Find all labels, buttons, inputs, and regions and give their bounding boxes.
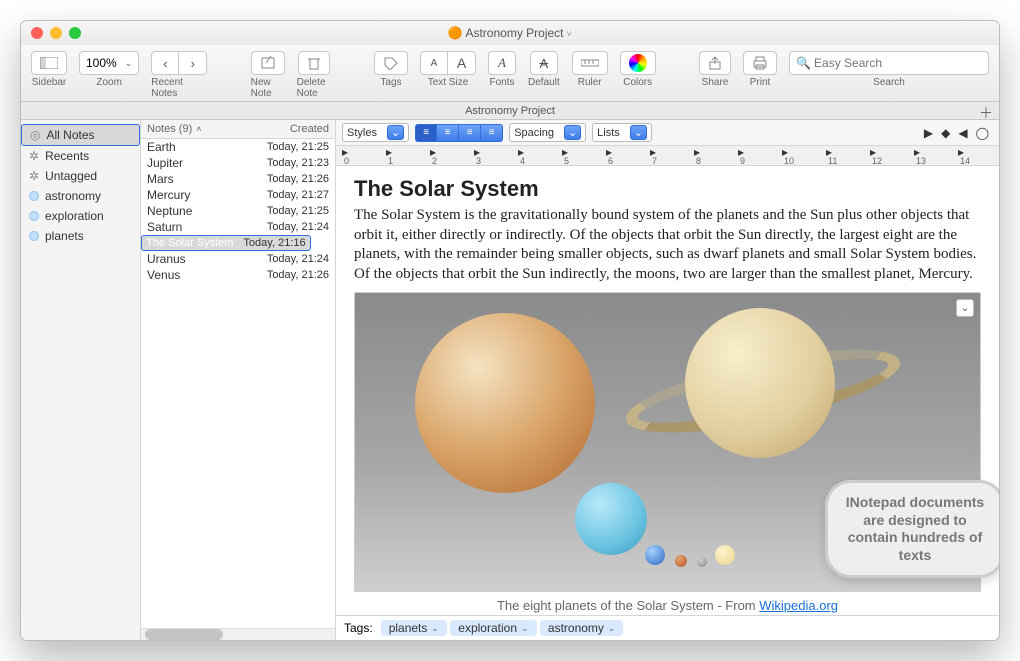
notes-list: Notes (9)˄ Created EarthToday, 21:25Jupi… [141,120,336,640]
new-tab-button[interactable]: ＋ [979,103,993,123]
app-icon: 🟠 [448,26,466,40]
sidebar-toggle-button[interactable] [31,51,67,75]
print-label: Print [750,77,771,88]
align-justify-button[interactable]: ≡ [481,124,503,142]
document-tab[interactable]: Astronomy Project [465,105,555,117]
zoom-label: Zoom [96,77,122,88]
wikipedia-link[interactable]: Wikipedia.org [759,598,838,613]
delete-note-label: Delete Note [297,77,331,99]
ruler[interactable]: 0▸1▸2▸3▸4▸5▸6▸7▸8▸9▸10▸11▸12▸13▸14▸ [336,146,999,166]
tag-dot-icon [29,231,39,241]
venus-graphic [715,545,735,565]
align-right-button[interactable]: ≡ [459,124,481,142]
search-input[interactable] [789,51,989,75]
note-row[interactable]: EarthToday, 21:25 [141,139,335,155]
new-note-label: New Note [251,77,285,99]
sidebar-item-untagged[interactable]: ✲Untagged [21,166,140,186]
mars-graphic [675,555,687,567]
sidebar-label: Sidebar [32,77,66,88]
text-bigger-button[interactable]: A [448,51,476,75]
sidebar-item-all-notes[interactable]: ◎All Notes [21,124,140,146]
note-row[interactable]: SaturnToday, 21:24 [141,219,335,235]
sidebar-item-exploration[interactable]: exploration [21,206,140,226]
nav-play-icon[interactable]: ▶ [924,126,933,140]
note-row[interactable]: The Solar SystemToday, 21:16 [141,235,311,251]
tag-dot-icon [29,191,39,201]
document-tab-bar: Astronomy Project ＋ [21,102,999,120]
uranus-graphic [575,483,647,555]
align-left-button[interactable]: ≡ [415,124,437,142]
earth-graphic [645,545,665,565]
print-button[interactable] [743,51,777,75]
share-button[interactable] [699,51,731,75]
align-center-button[interactable]: ≡ [437,124,459,142]
promo-callout: INotepad documents are designed to conta… [825,480,1000,578]
gear-icon: ✲ [29,149,39,163]
fonts-label: Fonts [489,77,514,88]
nav-back-icon[interactable]: ◀ [958,126,967,140]
note-row[interactable]: JupiterToday, 21:23 [141,155,335,171]
target-icon: ◎ [30,128,40,142]
tag-chip[interactable]: astronomy ⌄ [540,620,624,636]
recent-back-button[interactable]: ‹ [151,51,179,75]
default-style-button[interactable]: A [530,51,558,75]
note-row[interactable]: NeptuneToday, 21:25 [141,203,335,219]
jupiter-graphic [415,313,595,493]
note-row[interactable]: VenusToday, 21:26 [141,267,335,283]
note-row[interactable]: MercuryToday, 21:27 [141,187,335,203]
format-bar: Styles⌄ ≡ ≡ ≡ ≡ Spacing⌄ Lists⌄ ▶ ◆ ◀ ◯ [336,120,999,146]
fonts-button[interactable]: A [488,51,516,75]
image-caption: The eight planets of the Solar System - … [354,598,981,613]
mercury-graphic [697,557,707,567]
sidebar-item-astronomy[interactable]: astronomy [21,186,140,206]
category-sidebar: ◎All Notes ✲Recents ✲Untagged astronomy … [21,120,141,640]
colors-label: Colors [623,77,652,88]
recent-forward-button[interactable]: › [179,51,207,75]
search-icon: 🔍 [796,56,811,70]
note-body: The Solar System is the gravitationally … [354,206,981,284]
default-label: Default [528,77,560,88]
styles-select[interactable]: Styles⌄ [342,123,409,142]
saturn-graphic [685,308,835,458]
delete-note-button[interactable] [298,51,330,75]
alignment-segment[interactable]: ≡ ≡ ≡ ≡ [415,124,503,142]
created-column-header[interactable]: Created [284,120,335,138]
note-heading: The Solar System [354,176,981,202]
spacing-select[interactable]: Spacing⌄ [509,123,586,142]
scrollbar[interactable] [141,628,335,640]
tag-chip[interactable]: exploration ⌄ [450,620,536,636]
tags-label: Tags: [344,621,373,635]
note-row[interactable]: MarsToday, 21:26 [141,171,335,187]
titlebar: 🟠 Astronomy Project ˅ [21,21,999,45]
window-title: Astronomy Project [465,26,563,40]
image-menu-button[interactable]: ⌄ [956,299,974,317]
sidebar-item-recents[interactable]: ✲Recents [21,146,140,166]
tags-label: Tags [380,77,401,88]
chevron-down-icon[interactable]: ˅ [564,29,573,40]
tag-dot-icon [29,211,39,221]
tag-chip[interactable]: planets ⌄ [381,620,447,636]
notes-column-header[interactable]: Notes (9)˄ [141,120,284,138]
main-toolbar: Sidebar 100%⌄ Zoom ‹ › Recent Notes New … [21,45,999,102]
recent-label: Recent Notes [151,77,207,99]
text-smaller-button[interactable]: A [420,51,448,75]
lists-select[interactable]: Lists⌄ [592,123,652,142]
zoom-select[interactable]: 100%⌄ [79,51,139,75]
sidebar-item-planets[interactable]: planets [21,226,140,246]
nav-circle-icon[interactable]: ◯ [976,126,989,140]
textsize-label: Text Size [428,77,469,88]
share-label: Share [702,77,729,88]
tags-button[interactable] [374,51,408,75]
new-note-button[interactable] [251,51,285,75]
gear-icon: ✲ [29,169,39,183]
tags-bar: Tags: planets ⌄ exploration ⌄ astronomy … [336,615,999,640]
search-label: Search [873,77,905,88]
ruler-label: Ruler [578,77,602,88]
nav-diamond-icon[interactable]: ◆ [941,126,950,140]
colors-button[interactable] [620,51,656,75]
note-row[interactable]: UranusToday, 21:24 [141,251,335,267]
ruler-button[interactable] [572,51,608,75]
